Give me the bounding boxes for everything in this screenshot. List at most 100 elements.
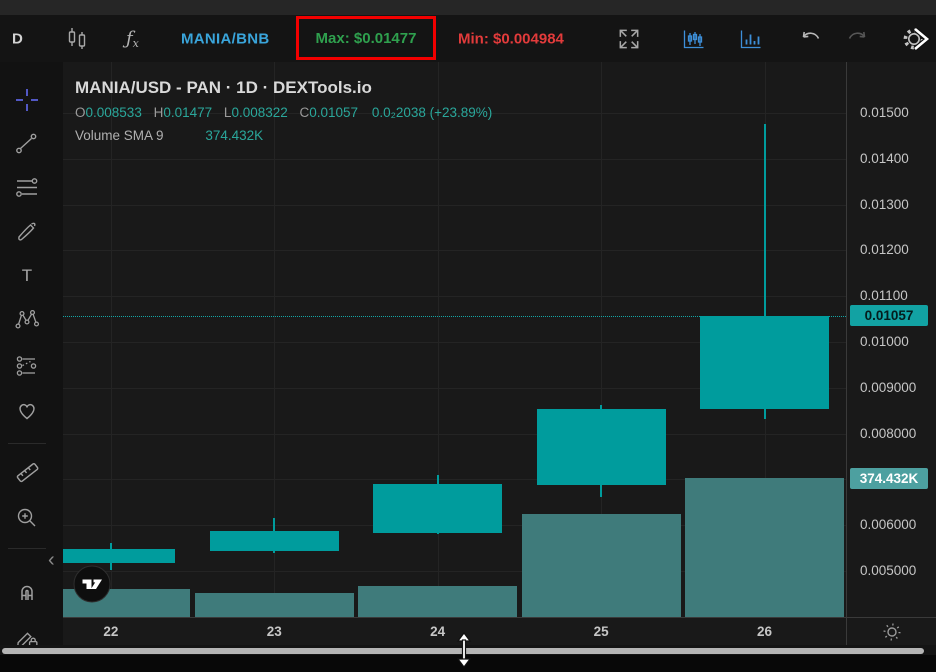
redo-button[interactable] [844,27,870,51]
grid-line-horizontal [63,434,846,435]
chart-toolbar: D ƒx MANIA/BNB Max: $0.01477 Min: $0.004… [0,15,936,63]
scrollbar-track [0,645,936,655]
tool-trend-line[interactable] [11,128,43,160]
tool-magnet[interactable] [11,576,43,608]
window-top-strip [0,0,936,15]
fullscreen-button[interactable] [616,26,642,52]
tool-xabcd-pattern[interactable] [11,304,43,336]
chart-type-candles-button[interactable] [66,25,88,53]
close-value: 0.01057 [309,105,358,120]
chart-title: MANIA/USD - PAN · 1D · DEXTools.io [75,78,492,98]
sidebar-divider [8,443,46,444]
candles-chart-icon [681,26,706,51]
style-bars-button[interactable] [738,26,763,51]
chart-pane[interactable]: MANIA/USD - PAN · 1D · DEXTools.io O0.00… [63,62,846,617]
volume-sma-label: Volume SMA 9 [75,128,164,143]
undo-button[interactable] [798,27,824,51]
indicators-button[interactable]: ƒx [126,28,139,50]
pair-symbol-button[interactable]: MANIA/BNB [181,30,270,47]
min-price-label: Min: $0.004984 [458,30,564,47]
fullscreen-icon [616,26,642,52]
undo-icon [798,27,824,51]
fx-icon: ƒx [126,28,139,49]
time-tick-label: 22 [103,624,118,639]
price-tick-label: 0.01100 [860,288,908,303]
tradingview-logo[interactable] [73,565,111,603]
close-label: C [300,105,310,120]
candlestick-icon [66,25,88,53]
grid-line-horizontal [63,205,846,206]
price-tick-label: 0.01200 [860,242,909,257]
sun-brightness-icon[interactable] [881,621,903,643]
candle-body [373,484,502,534]
heart-icon [14,398,40,424]
horizontal-scrollbar[interactable] [2,648,924,654]
bars-chart-icon [738,26,763,51]
current-price-badge: 0.01057 [850,305,928,326]
redo-icon [844,27,870,51]
change-value: 0.0₂2038 (+23.89%) [372,105,492,120]
axis-corner [846,617,936,645]
grid-line-horizontal [63,159,846,160]
low-value: 0.008322 [231,105,287,120]
tool-projection[interactable] [11,350,43,382]
grid-line-horizontal [63,250,846,251]
ruler-icon [14,459,41,486]
projection-icon [14,353,40,379]
time-tick-label: 24 [430,624,445,639]
price-axis[interactable]: 0.01057 374.432K 0.01500 0.01400 0.01300 0.… [846,62,936,617]
sidebar-collapse-chevron[interactable]: ‹ [48,550,55,570]
candle-body [63,549,175,563]
grid-line-horizontal [63,296,846,297]
time-tick-label: 26 [757,624,772,639]
price-tick-label: 0.006000 [860,517,916,532]
time-tick-label: 23 [267,624,282,639]
price-tick-label: 0.008000 [860,426,916,441]
ohlc-row: O0.008533 H0.01477 L0.008322 C0.01057 0.… [75,105,492,120]
price-tick-label: 0.01300 [860,197,909,212]
price-tick-label: 0.01000 [860,334,909,349]
text-icon: T [22,266,32,286]
max-annotation-box: Max: $0.01477 [296,16,436,60]
interval-button[interactable]: D [12,30,23,47]
price-tick-label: 0.01400 [860,151,909,166]
open-value: 0.008533 [86,105,142,120]
xabcd-pattern-icon [14,307,40,333]
grid-line-vertical [111,62,112,617]
price-tick-label: 0.005000 [860,563,916,578]
window-bottom-strip [0,655,936,672]
candle-body [700,316,829,409]
high-value: 0.01477 [163,105,212,120]
trend-line-icon [14,131,40,157]
tool-measure[interactable] [11,456,43,488]
current-volume-badge: 374.432K [850,468,928,489]
candle-body [537,409,666,485]
volume-bar [522,514,681,617]
max-price-label: Max: $0.01477 [316,30,417,47]
tool-zoom-in[interactable] [11,502,43,534]
tool-brush[interactable] [11,216,43,248]
tool-text[interactable]: T [11,260,43,292]
settings-button[interactable] [898,22,932,56]
time-axis[interactable]: 22 23 24 25 26 [63,617,846,645]
volume-bar [358,586,517,617]
brush-icon [14,219,40,245]
open-label: O [75,105,86,120]
volume-sma-value: 374.432K [205,128,263,143]
horizontal-lines-icon [14,175,40,201]
price-tick-label: 0.01500 [860,105,909,120]
volume-row: Volume SMA 9 374.432K [75,128,492,143]
gear-icon [898,22,932,56]
price-tick-label: 0.009000 [860,380,916,395]
tool-crosshair[interactable] [11,84,43,116]
tool-emoji[interactable] [11,395,43,427]
crosshair-icon [14,87,40,113]
zoom-in-icon [14,505,40,531]
style-candles-button[interactable] [681,26,706,51]
sidebar-divider [8,548,46,549]
chart-legend: MANIA/USD - PAN · 1D · DEXTools.io O0.00… [75,78,492,143]
high-label: H [154,105,164,120]
time-tick-label: 25 [594,624,609,639]
volume-bar [195,593,354,617]
tool-horizontal-lines[interactable] [11,172,43,204]
